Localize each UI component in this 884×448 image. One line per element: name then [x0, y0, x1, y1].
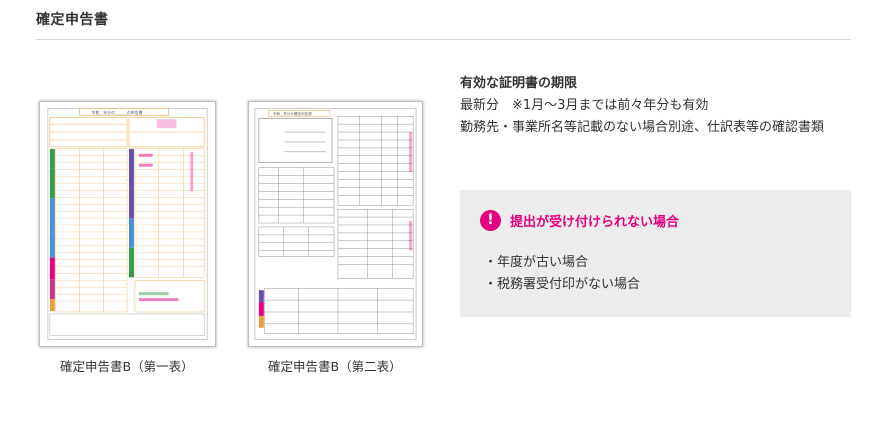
tax-form-b-page2-image: 令和＿年分の確定申告書 — [248, 101, 423, 347]
rejection-reasons-list: 年度が古い場合 税務署受付印がない場合 — [484, 252, 640, 296]
rejection-notice-box: ! 提出が受け付けられない場合 年度が古い場合 税務署受付印がない場合 — [460, 190, 851, 317]
tax-form-b-page1-image: 令和＿年分の＿＿＿の申告書 — [39, 101, 216, 347]
document-caption-page2: 確定申告書B（第二表） — [268, 359, 402, 374]
page-title: 確定申告書 — [36, 12, 109, 28]
exclamation-icon: ! — [480, 210, 501, 231]
validity-heading: 有効な証明書の期限 — [460, 76, 578, 91]
list-item: 税務署受付印がない場合 — [484, 274, 640, 296]
list-item: 年度が古い場合 — [484, 252, 640, 274]
rejection-notice-title: 提出が受け付けられない場合 — [510, 215, 680, 230]
document-caption-page1: 確定申告書B（第一表） — [60, 359, 194, 374]
validity-line-employer: 勤務先・事業所名等記載のない場合別途、仕訳表等の確認書類 — [460, 120, 825, 135]
validity-description: 最新分 ※1月～3月までは前々年分も有効 勤務先・事業所名等記載のない場合別途、… — [460, 95, 850, 139]
svg-text:令和＿年分の確定申告書: 令和＿年分の確定申告書 — [273, 111, 312, 116]
svg-text:令和＿年分の＿＿＿の申告書: 令和＿年分の＿＿＿の申告書 — [91, 110, 142, 115]
validity-line-latest: 最新分 ※1月～3月までは前々年分も有効 — [460, 98, 709, 113]
divider — [36, 39, 851, 40]
